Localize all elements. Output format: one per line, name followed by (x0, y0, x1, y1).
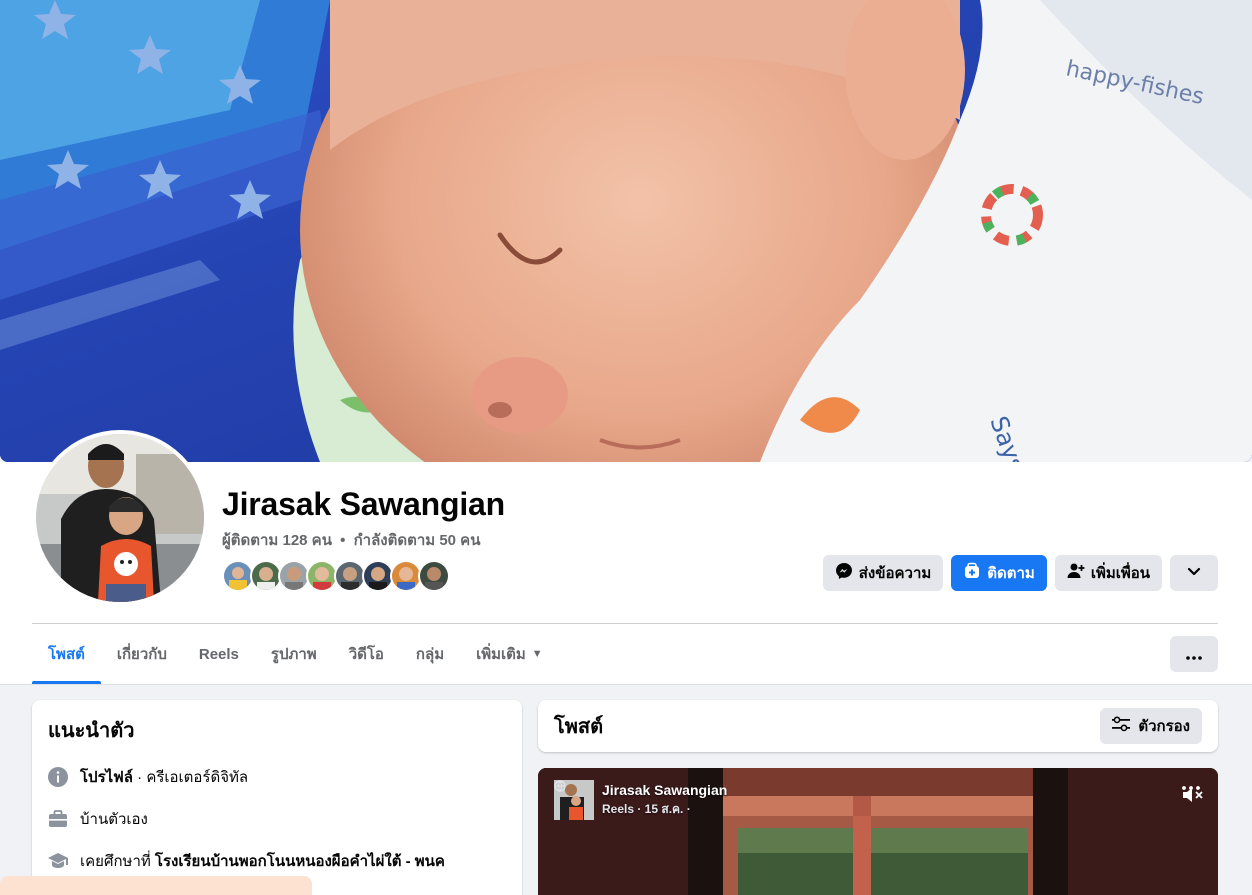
tab-photos[interactable]: รูปภาพ (255, 624, 333, 684)
intro-card: แนะนำตัว โปรไฟล์ · ครีเอเตอร์ดิจิทัล บ้า… (32, 700, 522, 895)
posts-header: โพสต์ ตัวกรอง (538, 700, 1218, 752)
tab-videos-label: วิดีโอ (348, 646, 384, 663)
intro-profile-label: โปรไฟล์ (80, 769, 133, 786)
add-friend-button-label: เพิ่มเพื่อน (1090, 565, 1150, 582)
tab-videos[interactable]: วิดีโอ (333, 624, 400, 684)
profile-avatar[interactable] (32, 430, 208, 606)
profile-actions: ส่งข้อความ ติดตาม เพิ่มเพื่อน (822, 555, 1218, 591)
tab-reels[interactable]: Reels (183, 624, 255, 684)
intro-education-prefix: เคยศึกษาที่ (80, 853, 155, 870)
tab-about[interactable]: เกี่ยวกับ (101, 624, 183, 684)
intro-education-text: เคยศึกษาที่ โรงเรียนบ้านพอกโนนหนองผือคำไ… (80, 849, 445, 873)
more-actions-button[interactable] (1170, 555, 1218, 591)
following-count[interactable]: กำลังติดตาม 50 คน (354, 532, 481, 549)
message-button[interactable]: ส่งข้อความ (822, 555, 944, 591)
tab-more-label: เพิ่มเติม (476, 646, 526, 663)
intro-education-school[interactable]: โรงเรียนบ้านพอกโนนหนองผือคำไผ่ใต้ - พนค (155, 853, 445, 870)
reel-author-info: Jirasak Sawangian Reels · 15 ส.ค. · (554, 780, 727, 819)
profile-name: Jirasak Sawangian (222, 486, 505, 522)
tab-groups-label: กลุ่ม (415, 646, 445, 663)
tab-posts[interactable]: โพสต์ (32, 624, 101, 684)
mutual-friends-avatars (222, 560, 450, 592)
tab-more[interactable]: เพิ่มเติม ▼ (460, 624, 559, 684)
follow-button-label: ติดตาม (987, 565, 1035, 582)
messenger-icon (835, 562, 853, 584)
follow-button[interactable]: ติดตาม (951, 555, 1047, 591)
filter-button-label: ตัวกรอง (1138, 718, 1190, 735)
filter-button[interactable]: ตัวกรอง (1100, 708, 1202, 744)
intro-profile-row: โปรไฟล์ · ครีเอเตอร์ดิจิทัล (48, 756, 506, 798)
reel-author-name[interactable]: Jirasak Sawangian (602, 782, 727, 798)
intro-hometown-text: บ้านตัวเอง (80, 811, 148, 828)
header-bottom-border (0, 684, 1252, 685)
intro-profile-text: โปรไฟล์ · ครีเอเตอร์ดิจิทัล (80, 765, 248, 789)
tab-about-label: เกี่ยวกับ (116, 646, 167, 663)
more-horizontal-icon (1186, 644, 1202, 665)
cover-photo[interactable]: happy-fishes Says (0, 0, 1252, 462)
add-friend-button[interactable]: เพิ่มเพื่อน (1054, 555, 1162, 591)
stats-separator: • (340, 532, 346, 549)
add-friend-icon (1067, 562, 1085, 584)
follow-stats: ผู้ติดตาม 128 คน • กำลังติดตาม 50 คน (222, 528, 480, 552)
intro-title: แนะนำตัว (48, 720, 135, 742)
graduation-cap-icon (48, 851, 68, 871)
chevron-down-icon (1187, 564, 1201, 582)
caret-down-icon: ▼ (531, 648, 543, 660)
friend-avatar[interactable] (418, 560, 450, 592)
filter-sliders-icon (1112, 716, 1131, 736)
tab-posts-label: โพสต์ (48, 646, 85, 663)
tab-groups[interactable]: กลุ่ม (400, 624, 460, 684)
reel-meta: Reels · 15 ส.ค. · (554, 780, 727, 819)
profile-tabs: โพสต์ เกี่ยวกับ Reels รูปภาพ วิดีโอ กลุ่… (32, 624, 559, 684)
reel-meta-text[interactable]: Reels · 15 ส.ค. · (602, 800, 691, 819)
bottom-notification-bar[interactable] (0, 876, 312, 895)
tab-reels-label: Reels (198, 645, 239, 663)
intro-hometown-row: บ้านตัวเอง (48, 798, 506, 840)
followers-count[interactable]: ผู้ติดตาม 128 คน (222, 532, 332, 549)
tab-photos-label: รูปภาพ (270, 646, 317, 663)
intro-profile-detail: · ครีเอเตอร์ดิจิทัล (133, 769, 249, 786)
info-icon (48, 767, 68, 787)
reel-post[interactable]: Jirasak Sawangian Reels · 15 ส.ค. · (538, 768, 1218, 895)
reel-author: Jirasak Sawangian Reels · 15 ส.ค. · (554, 780, 727, 820)
tabs-overflow-button[interactable] (1170, 636, 1218, 672)
follow-icon (963, 562, 981, 584)
posts-title: โพสต์ (554, 716, 604, 738)
message-button-label: ส่งข้อความ (858, 565, 932, 582)
briefcase-icon (48, 809, 68, 829)
